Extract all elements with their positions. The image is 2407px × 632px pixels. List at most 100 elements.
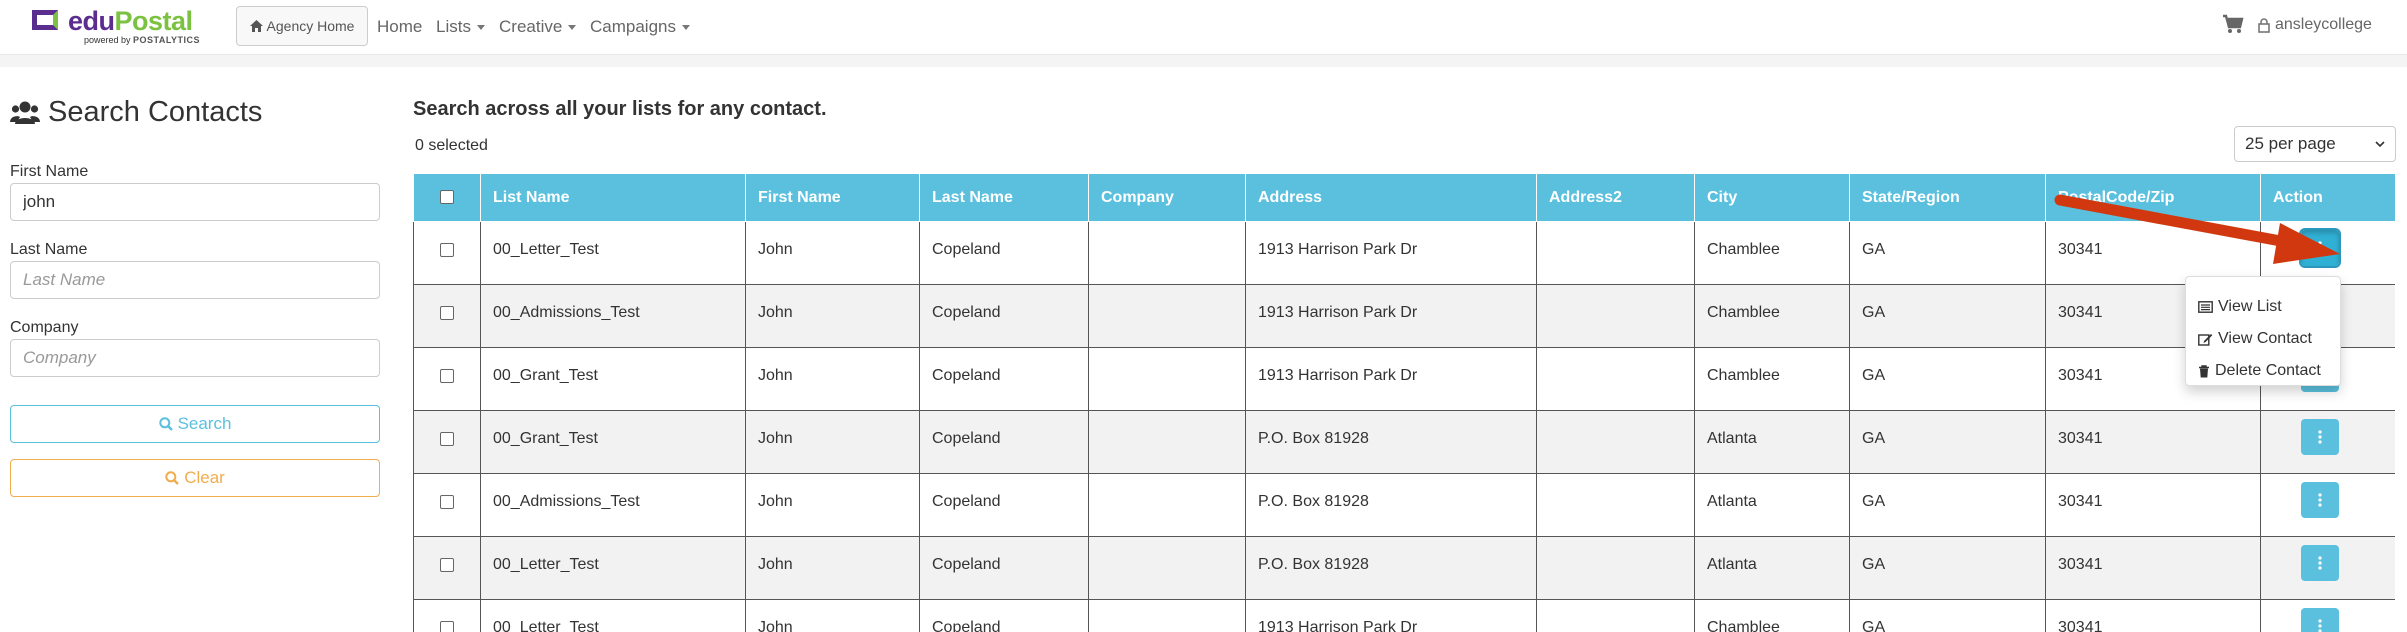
annotation-arrow-icon	[2054, 194, 2340, 264]
nav-campaigns[interactable]: Campaigns	[590, 17, 690, 37]
col-address[interactable]: Address	[1245, 173, 1537, 222]
address-cell: P.O. Box 81928	[1245, 473, 1537, 537]
per-page-select[interactable]: 25 per page	[2234, 126, 2396, 162]
row-select-cell	[413, 221, 481, 285]
col-list-name[interactable]: List Name	[480, 173, 746, 222]
nav-lists[interactable]: Lists	[436, 17, 485, 37]
action-cell	[2260, 410, 2395, 474]
row-checkbox[interactable]	[440, 306, 454, 320]
row-select-cell	[413, 536, 481, 600]
cart-icon[interactable]	[2222, 14, 2244, 34]
row-select-cell	[413, 284, 481, 348]
row-select-cell	[413, 599, 481, 632]
col-last-name[interactable]: Last Name	[919, 173, 1089, 222]
postal-cell: 30341	[2045, 410, 2261, 474]
address2-cell	[1536, 599, 1695, 632]
edupostal-logo[interactable]: eduPostal powered by POSTALYTICS	[32, 6, 202, 48]
select-all-cell	[413, 173, 481, 222]
row-checkbox[interactable]	[440, 495, 454, 509]
view-contact-item[interactable]: View Contact	[2186, 323, 2340, 355]
row-checkbox[interactable]	[440, 369, 454, 383]
col-company[interactable]: Company	[1088, 173, 1246, 222]
city-cell: Chamblee	[1694, 599, 1850, 632]
last-name-label: Last Name	[10, 241, 88, 258]
nav-creative[interactable]: Creative	[499, 17, 577, 37]
row-action-button[interactable]	[2301, 545, 2339, 581]
action-cell	[2260, 536, 2395, 600]
table-row: 00_Admissions_Test John Copeland 1913 Harri…	[413, 284, 2395, 348]
postal-cell: 30341	[2045, 473, 2261, 537]
last-name-cell: Copeland	[919, 347, 1089, 411]
search-icon	[158, 417, 173, 431]
first-name-input[interactable]	[10, 183, 380, 221]
row-checkbox[interactable]	[440, 432, 454, 446]
user-menu[interactable]: ansleycollege	[2258, 16, 2372, 34]
state-cell: GA	[1849, 221, 2046, 285]
col-state[interactable]: State/Region	[1849, 173, 2046, 222]
clear-button[interactable]: Clear	[10, 459, 380, 497]
list-icon	[2198, 301, 2213, 313]
row-action-button[interactable]	[2301, 419, 2339, 455]
city-cell: Chamblee	[1694, 347, 1850, 411]
address-cell: 1913 Harrison Park Dr	[1245, 284, 1537, 348]
address2-cell	[1536, 221, 1695, 285]
trash-icon	[2199, 364, 2209, 377]
page-heading: Search across all your lists for any con…	[413, 98, 827, 120]
username: ansleycollege	[2275, 16, 2372, 33]
row-checkbox[interactable]	[440, 243, 454, 257]
row-action-button[interactable]	[2301, 608, 2339, 632]
list-name-cell: 00_Letter_Test	[480, 599, 746, 632]
address2-cell	[1536, 410, 1695, 474]
last-name-cell: Copeland	[919, 221, 1089, 285]
state-cell: GA	[1849, 410, 2046, 474]
ellipsis-vertical-icon	[2318, 430, 2322, 444]
last-name-cell: Copeland	[919, 599, 1089, 632]
list-name-cell: 00_Admissions_Test	[480, 473, 746, 537]
city-cell: Atlanta	[1694, 536, 1850, 600]
company-cell	[1088, 473, 1246, 537]
col-city[interactable]: City	[1694, 173, 1850, 222]
state-cell: GA	[1849, 473, 2046, 537]
table-row: 00_Admissions_Test John Copeland P.O. Box 8…	[413, 473, 2395, 537]
action-cell	[2260, 599, 2395, 632]
last-name-input[interactable]	[10, 261, 380, 299]
delete-contact-item[interactable]: Delete Contact	[2186, 355, 2340, 387]
select-all-checkbox[interactable]	[440, 190, 454, 205]
company-input[interactable]	[10, 339, 380, 377]
col-address2[interactable]: Address2	[1536, 173, 1695, 222]
company-cell	[1088, 536, 1246, 600]
first-name-cell: John	[745, 473, 920, 537]
search-contacts-title: Search Contacts	[10, 96, 262, 129]
row-checkbox[interactable]	[440, 621, 454, 632]
col-first-name[interactable]: First Name	[745, 173, 920, 222]
agency-home-label: Agency Home	[266, 18, 355, 34]
address-cell: 1913 Harrison Park Dr	[1245, 221, 1537, 285]
edit-icon	[2198, 333, 2213, 346]
ellipsis-vertical-icon	[2318, 556, 2322, 570]
address2-cell	[1536, 473, 1695, 537]
city-cell: Atlanta	[1694, 410, 1850, 474]
nav-home[interactable]: Home	[377, 17, 422, 37]
row-action-button[interactable]	[2301, 482, 2339, 518]
row-checkbox[interactable]	[440, 558, 454, 572]
company-cell	[1088, 347, 1246, 411]
first-name-cell: John	[745, 221, 920, 285]
row-select-cell	[413, 347, 481, 411]
table-row: 00_Letter_Test John Copeland P.O. Box 81928…	[413, 536, 2395, 600]
search-button[interactable]: Search	[10, 405, 380, 443]
postal-cell: 30341	[2045, 599, 2261, 632]
address2-cell	[1536, 284, 1695, 348]
first-name-cell: John	[745, 599, 920, 632]
agency-home-button[interactable]: Agency Home	[236, 6, 368, 46]
first-name-cell: John	[745, 284, 920, 348]
logo-mark-icon	[32, 10, 58, 30]
top-navbar: eduPostal powered by POSTALYTICS Agency …	[0, 0, 2407, 55]
company-cell	[1088, 221, 1246, 285]
chevron-down-icon	[476, 25, 485, 31]
navbar-divider	[0, 55, 2407, 67]
list-name-cell: 00_Grant_Test	[480, 347, 746, 411]
list-name-cell: 00_Admissions_Test	[480, 284, 746, 348]
view-list-item[interactable]: View List	[2186, 291, 2340, 323]
city-cell: Atlanta	[1694, 473, 1850, 537]
table-row: 00_Grant_Test John Copeland P.O. Box 81928 A…	[413, 410, 2395, 474]
